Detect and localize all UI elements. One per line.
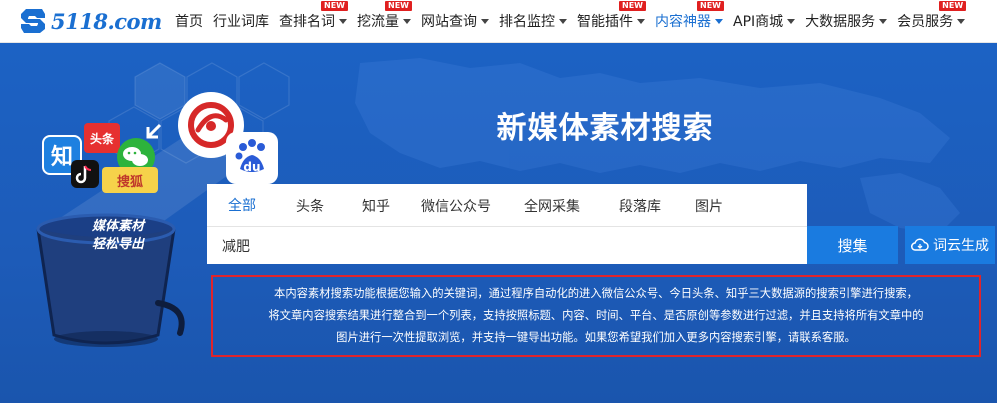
description-line-2: 将文章内容搜索结果进行整合到一个列表，支持按照标题、内容、时间、平台、是否原创等…: [268, 309, 924, 322]
chevron-down-icon: [637, 18, 645, 24]
nav-item-1[interactable]: 行业词库: [208, 0, 274, 42]
nav-item-3[interactable]: 挖流量 NEW: [352, 0, 416, 42]
logo-text: 5118.com: [51, 8, 162, 34]
sohu-icon: 搜狐: [102, 167, 158, 193]
nav-item-label: 行业词库: [213, 14, 269, 30]
bucket-caption-line-1: 媒体素材: [91, 219, 144, 234]
nav-item-0[interactable]: 首页: [170, 0, 208, 42]
tab-6[interactable]: 图片: [679, 184, 739, 228]
bucket-caption-line-2: 轻松导出: [91, 237, 144, 252]
nav-item-label: 首页: [175, 14, 203, 30]
chevron-down-icon: [715, 18, 723, 24]
nav-item-label: 大数据服务: [805, 14, 876, 30]
description-line-3: 图片进行一次性提取浏览，并支持一键导出功能。如果您希望我们加入更多内容搜索引擎，…: [336, 331, 856, 344]
site-logo[interactable]: 5118.com: [18, 6, 162, 36]
nav-item-label: 查排名词: [279, 14, 335, 30]
nav-item-5[interactable]: 排名监控: [494, 0, 572, 42]
nav-item-label: 会员服务: [897, 14, 954, 30]
new-badge: NEW: [939, 1, 967, 11]
search-tabs: 全部 头条 知乎 微信公众号 全网采集 段落库 图片: [207, 184, 807, 228]
nav-item-label: 网站查询: [421, 14, 477, 30]
baidu-icon-label: du: [243, 160, 260, 174]
tab-3[interactable]: 微信公众号: [409, 184, 503, 228]
search-box: [207, 226, 807, 264]
banner-title: 新媒体素材搜索: [496, 111, 714, 146]
nav-item-label: 挖流量: [357, 14, 399, 30]
search-input[interactable]: [207, 227, 807, 264]
toutiao-icon: 头条: [84, 123, 120, 153]
tab-1[interactable]: 头条: [277, 184, 343, 228]
logo-s-icon: [21, 9, 45, 33]
nav-item-label: 智能插件: [577, 14, 633, 30]
chevron-down-icon: [403, 18, 411, 24]
nav-item-8[interactable]: API商城: [728, 0, 800, 42]
tab-4[interactable]: 全网采集: [503, 184, 601, 228]
chevron-down-icon: [787, 18, 796, 24]
word-cloud-button-label: 词云生成: [933, 238, 989, 254]
chevron-down-icon: [339, 18, 347, 24]
nav-item-7[interactable]: 内容神器 NEW: [650, 0, 728, 42]
bucket-caption: 媒体素材 轻松导出: [78, 218, 158, 254]
cloud-icon: [911, 238, 929, 251]
new-badge: NEW: [385, 1, 412, 11]
tab-0[interactable]: 全部: [207, 184, 277, 228]
tab-5[interactable]: 段落库: [601, 184, 679, 228]
nav-item-6[interactable]: 智能插件 NEW: [572, 0, 650, 42]
chevron-down-icon: [879, 18, 888, 24]
description-line-1: 本内容素材搜索功能根据您输入的关键词，通过程序自动化的进入微信公众号、今日头条、…: [274, 287, 918, 300]
top-navigation-bar: 5118.com 首页 行业词库 查排名词 NEW 挖流量 NEW 网站查询 排名监控 智能插件…: [0, 0, 997, 43]
douyin-icon: [71, 160, 99, 188]
word-cloud-button[interactable]: 词云生成: [905, 226, 995, 264]
chevron-down-icon: [957, 18, 966, 24]
nav-item-2[interactable]: 查排名词 NEW: [274, 0, 352, 42]
feature-description: 本内容素材搜索功能根据您输入的关键词，通过程序自动化的进入微信公众号、今日头条、…: [211, 275, 981, 357]
main-nav: 首页 行业词库 查排名词 NEW 挖流量 NEW 网站查询 排名监控 智能插件 NEW 内容神器 NE…: [170, 0, 970, 42]
new-badge: NEW: [697, 1, 724, 11]
search-button-label: 搜集: [837, 236, 868, 255]
tab-2[interactable]: 知乎: [343, 184, 409, 228]
nav-item-label: API商城: [733, 14, 784, 30]
nav-item-9[interactable]: 大数据服务: [800, 0, 892, 42]
chevron-down-icon: [559, 18, 567, 24]
new-badge: NEW: [321, 1, 348, 11]
search-button[interactable]: 搜集: [807, 226, 898, 264]
nav-item-label: 内容神器: [655, 14, 711, 30]
hero-banner: 新媒体素材搜索 du 头条 知 搜狐 媒体素材 轻松导出 全部 头条 知乎 微信…: [0, 43, 997, 403]
baidu-icon: du: [226, 132, 278, 184]
new-badge: NEW: [619, 1, 646, 11]
chevron-down-icon: [481, 18, 489, 24]
nav-item-4[interactable]: 网站查询: [416, 0, 494, 42]
nav-item-10[interactable]: 会员服务 NEW: [892, 0, 970, 42]
nav-item-label: 排名监控: [499, 14, 555, 30]
